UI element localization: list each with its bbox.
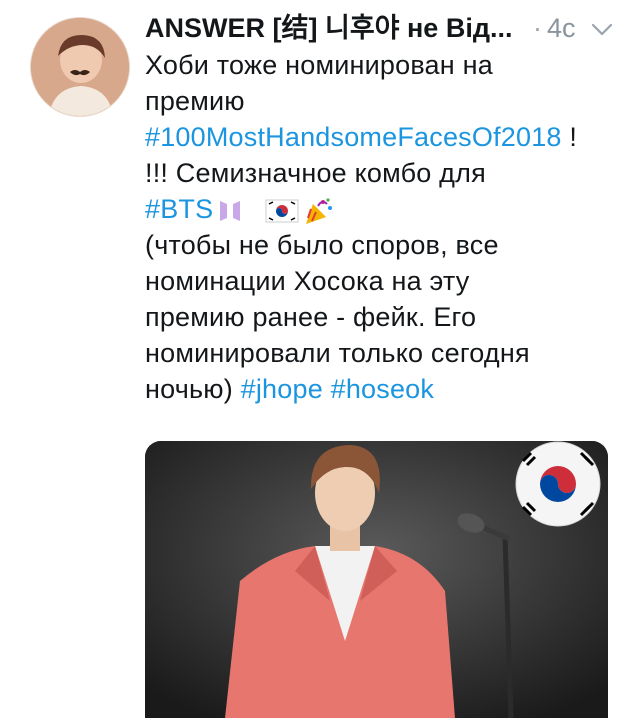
tweet-text-line: премию	[145, 83, 625, 119]
hashtag-link[interactable]: #jhope	[241, 374, 323, 404]
tweet-text-segment: премию ранее - фейк. Его	[145, 302, 477, 332]
tweet-text-line: (чтобы не было споров, все	[145, 227, 625, 263]
tweet-text-line: #100MostHandsomeFacesOf2018 !	[145, 119, 625, 155]
tweet-text-line: ночью) #jhope #hoseok	[145, 371, 625, 407]
hashtag-link[interactable]: #BTS	[145, 194, 213, 224]
tweet-text-segment	[323, 374, 331, 404]
south-korea-flag-icon	[515, 441, 601, 527]
tweet-text-line: номинировали только сегодня	[145, 335, 625, 371]
tweet-text-line: !!! Семизначное комбо для	[145, 155, 625, 191]
tweet-text-line: #BTS	[145, 191, 625, 227]
tweet-text-segment: премию	[145, 86, 245, 116]
tweet-header: ANSWER [结] 니후야 не Від... · 4с	[145, 10, 625, 46]
south-korea-flag-icon	[265, 199, 299, 223]
bts-logo-icon	[220, 200, 241, 221]
chevron-down-icon[interactable]	[590, 18, 614, 42]
tweet-text-segment: номинировали только сегодня	[145, 338, 530, 368]
hashtag-link[interactable]: #hoseok	[331, 374, 434, 404]
tweet-text-line: Хоби тоже номинирован на	[145, 47, 625, 83]
avatar[interactable]	[30, 17, 130, 117]
tweet-text-line: премию ранее - фейк. Его	[145, 299, 625, 335]
tweet-text-segment: (чтобы не было споров, все	[145, 230, 499, 260]
tweet-text-line: номинации Хосока на эту	[145, 263, 625, 299]
tweet-text-segment: !	[561, 122, 578, 152]
tweet-timestamp[interactable]: 4с	[547, 10, 576, 46]
tweet-text-segment: Хоби тоже номинирован на	[145, 50, 493, 80]
tweet-text-segment: !!! Семизначное комбо для	[145, 158, 486, 188]
party-popper-icon	[306, 198, 333, 224]
tweet-text-segment: ночью)	[145, 374, 241, 404]
tweet-text: Хоби тоже номинирован на премию #100MostHa…	[145, 47, 625, 407]
tweet-media-image[interactable]	[145, 441, 608, 718]
hashtag-link[interactable]: #100MostHandsomeFacesOf2018	[145, 122, 562, 152]
meta-separator: ·	[533, 13, 542, 43]
author-name[interactable]: ANSWER [结] 니후야 не Від...	[145, 10, 525, 46]
tweet-text-segment: номинации Хосока на эту	[145, 266, 470, 296]
